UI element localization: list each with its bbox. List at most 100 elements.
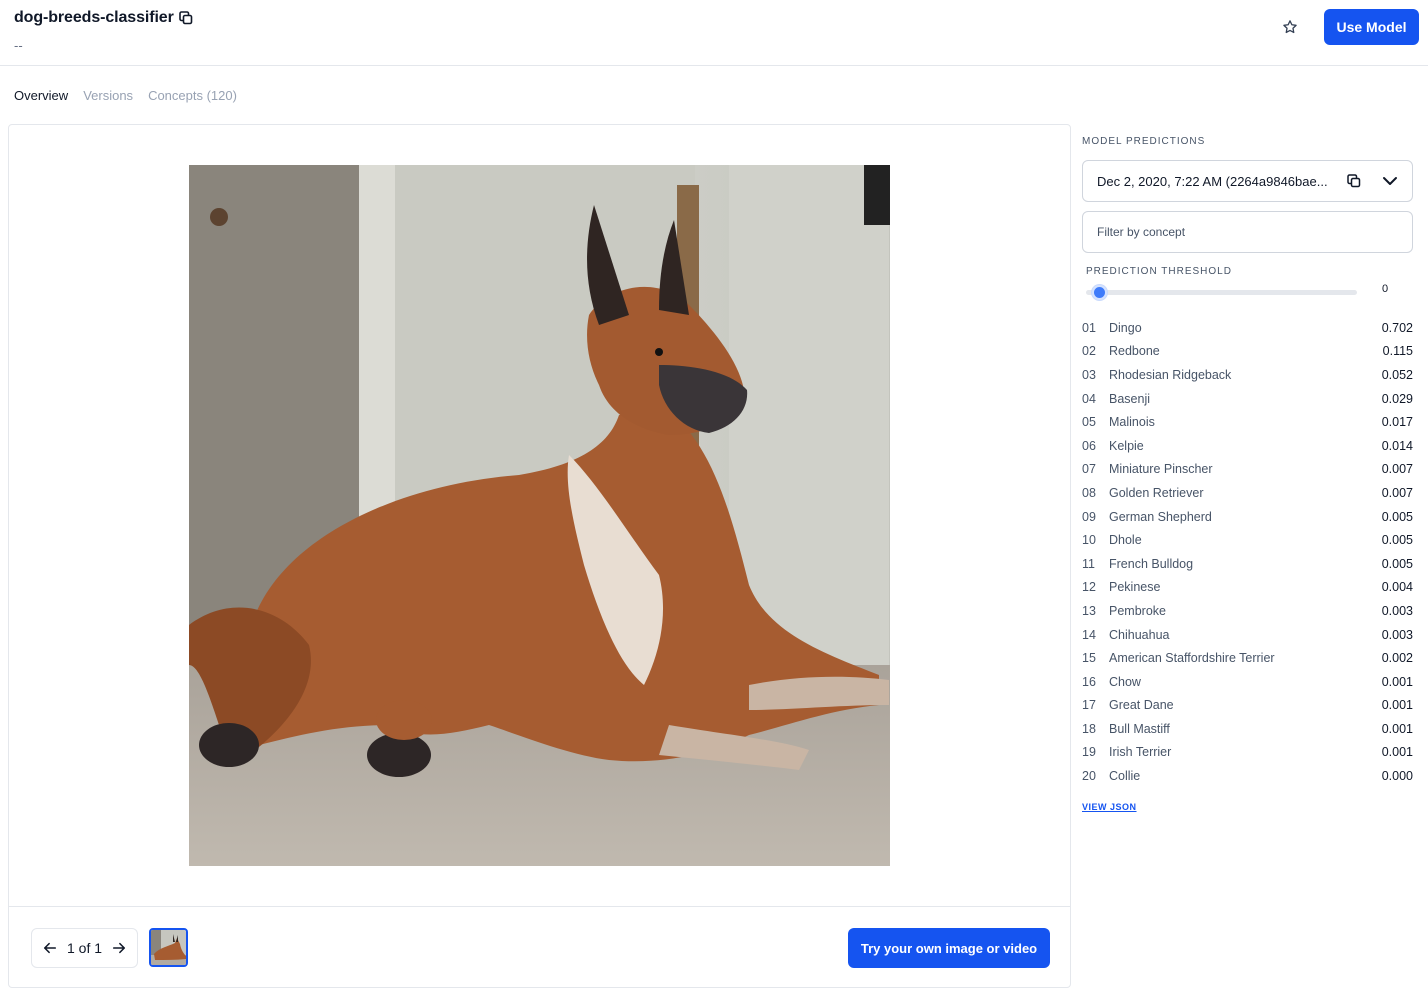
prediction-row[interactable]: 13 Pembroke 0.003 xyxy=(1082,599,1413,623)
use-model-button[interactable]: Use Model xyxy=(1324,9,1419,45)
prediction-score: 0.001 xyxy=(1381,745,1413,760)
image-viewer-panel: 1 of 1 Try your own image or video xyxy=(8,124,1071,988)
arrow-right-icon[interactable] xyxy=(111,940,127,956)
prediction-rank: 17 xyxy=(1082,698,1096,713)
prediction-concept-name: Basenji xyxy=(1109,391,1150,406)
prediction-rank: 12 xyxy=(1082,580,1096,595)
prediction-concept-name: Golden Retriever xyxy=(1109,485,1204,500)
image-thumbnail[interactable] xyxy=(149,928,188,967)
prediction-concept-name: Chow xyxy=(1109,674,1141,689)
input-image xyxy=(189,165,890,866)
prediction-concept-name: Miniature Pinscher xyxy=(1109,462,1213,477)
prediction-score: 0.007 xyxy=(1381,485,1413,500)
prediction-rank: 09 xyxy=(1082,509,1096,524)
prediction-rank: 14 xyxy=(1082,627,1096,642)
prediction-rank: 03 xyxy=(1082,367,1096,382)
prediction-rank: 08 xyxy=(1082,485,1096,500)
tab-versions[interactable]: Versions xyxy=(83,88,133,103)
prediction-concept-name: Dhole xyxy=(1109,533,1142,548)
threshold-value: 0 xyxy=(1382,283,1389,295)
prediction-concept-name: Bull Mastiff xyxy=(1109,721,1170,736)
prediction-score: 0.003 xyxy=(1381,603,1413,618)
predictions-list: 01 Dingo 0.702 02 Redbone 0.115 03 Rhodesian Ri… xyxy=(1082,316,1413,788)
prediction-row[interactable]: 06 Kelpie 0.014 xyxy=(1082,434,1413,458)
prediction-rank: 19 xyxy=(1082,745,1096,760)
prediction-row[interactable]: 10 Dhole 0.005 xyxy=(1082,528,1413,552)
prediction-rank: 02 xyxy=(1082,344,1096,359)
slider-track xyxy=(1086,290,1357,295)
prediction-score: 0.005 xyxy=(1381,509,1413,524)
title-row: dog-breeds-classifier xyxy=(14,9,194,27)
prediction-concept-name: Kelpie xyxy=(1109,438,1144,453)
prediction-score: 0.001 xyxy=(1381,721,1413,736)
prediction-row[interactable]: 17 Great Dane 0.001 xyxy=(1082,694,1413,718)
copy-icon[interactable] xyxy=(1346,173,1362,189)
prediction-concept-name: Pekinese xyxy=(1109,580,1161,595)
prediction-row[interactable]: 12 Pekinese 0.004 xyxy=(1082,576,1413,600)
prediction-row[interactable]: 09 German Shepherd 0.005 xyxy=(1082,505,1413,529)
prediction-concept-name: Rhodesian Ridgeback xyxy=(1109,367,1232,382)
prediction-row[interactable]: 05 Malinois 0.017 xyxy=(1082,410,1413,434)
model-predictions-label: MODEL PREDICTIONS xyxy=(1082,136,1206,147)
prediction-score: 0.115 xyxy=(1382,344,1413,359)
prediction-rank: 06 xyxy=(1082,438,1096,453)
star-icon[interactable] xyxy=(1278,15,1302,39)
chevron-down-icon[interactable] xyxy=(1382,173,1398,189)
prediction-score: 0.005 xyxy=(1381,556,1413,571)
viewer-footer: 1 of 1 Try your own image or video xyxy=(9,906,1070,987)
prediction-score: 0.702 xyxy=(1381,320,1413,335)
copy-icon[interactable] xyxy=(178,10,194,26)
prediction-concept-name: Collie xyxy=(1109,769,1141,784)
predictions-panel: MODEL PREDICTIONS Dec 2, 2020, 7:22 AM (… xyxy=(1071,124,1428,997)
prediction-concept-name: American Staffordshire Terrier xyxy=(1109,651,1275,666)
prediction-concept-name: Malinois xyxy=(1109,415,1155,430)
threshold-slider[interactable] xyxy=(1086,285,1357,300)
prediction-row[interactable]: 02 Redbone 0.115 xyxy=(1082,340,1413,364)
prediction-row[interactable]: 14 Chihuahua 0.003 xyxy=(1082,623,1413,647)
prediction-concept-name: Redbone xyxy=(1109,344,1160,359)
prediction-threshold-label: PREDICTION THRESHOLD xyxy=(1086,266,1232,277)
prediction-score: 0.002 xyxy=(1381,651,1413,666)
prediction-row[interactable]: 15 American Staffordshire Terrier 0.002 xyxy=(1082,646,1413,670)
prediction-rank: 15 xyxy=(1082,651,1096,666)
prediction-score: 0.007 xyxy=(1381,462,1413,477)
prediction-concept-name: German Shepherd xyxy=(1109,509,1212,524)
view-json-link[interactable]: VIEW JSON xyxy=(1082,802,1137,812)
prediction-row[interactable]: 18 Bull Mastiff 0.001 xyxy=(1082,717,1413,741)
prediction-rank: 01 xyxy=(1082,320,1096,335)
prediction-row[interactable]: 04 Basenji 0.029 xyxy=(1082,387,1413,411)
prediction-row[interactable]: 08 Golden Retriever 0.007 xyxy=(1082,481,1413,505)
prediction-rank: 20 xyxy=(1082,769,1096,784)
filter-concept-input[interactable] xyxy=(1082,211,1413,253)
prediction-concept-name: Dingo xyxy=(1109,320,1142,335)
page-header: dog-breeds-classifier -- Use Model xyxy=(0,0,1428,66)
prediction-row[interactable]: 19 Irish Terrier 0.001 xyxy=(1082,741,1413,765)
tab-concepts[interactable]: Concepts (120) xyxy=(148,88,237,103)
tab-overview[interactable]: Overview xyxy=(14,88,68,103)
prediction-score: 0.017 xyxy=(1381,415,1413,430)
prediction-concept-name: Great Dane xyxy=(1109,698,1174,713)
prediction-rank: 10 xyxy=(1082,533,1096,548)
prediction-rank: 18 xyxy=(1082,721,1096,736)
prediction-row[interactable]: 03 Rhodesian Ridgeback 0.052 xyxy=(1082,363,1413,387)
prediction-concept-name: Irish Terrier xyxy=(1109,745,1172,760)
arrow-left-icon[interactable] xyxy=(42,940,58,956)
model-description: -- xyxy=(14,38,23,53)
prediction-concept-name: Pembroke xyxy=(1109,603,1166,618)
version-select[interactable]: Dec 2, 2020, 7:22 AM (2264a9846bae... xyxy=(1082,160,1413,202)
prediction-rank: 13 xyxy=(1082,603,1096,618)
slider-handle[interactable] xyxy=(1092,285,1107,300)
prediction-row[interactable]: 16 Chow 0.001 xyxy=(1082,670,1413,694)
prediction-rank: 04 xyxy=(1082,391,1096,406)
prediction-rank: 05 xyxy=(1082,415,1096,430)
try-own-image-button[interactable]: Try your own image or video xyxy=(848,928,1050,968)
tab-bar: Overview Versions Concepts (120) xyxy=(14,88,237,103)
page-indicator: 1 of 1 xyxy=(66,940,103,956)
prediction-row[interactable]: 11 French Bulldog 0.005 xyxy=(1082,552,1413,576)
prediction-score: 0.003 xyxy=(1381,627,1413,642)
prediction-row[interactable]: 07 Miniature Pinscher 0.007 xyxy=(1082,458,1413,482)
prediction-row[interactable]: 20 Collie 0.000 xyxy=(1082,764,1413,788)
prediction-score: 0.004 xyxy=(1381,580,1413,595)
prediction-concept-name: Chihuahua xyxy=(1109,627,1170,642)
prediction-row[interactable]: 01 Dingo 0.702 xyxy=(1082,316,1413,340)
